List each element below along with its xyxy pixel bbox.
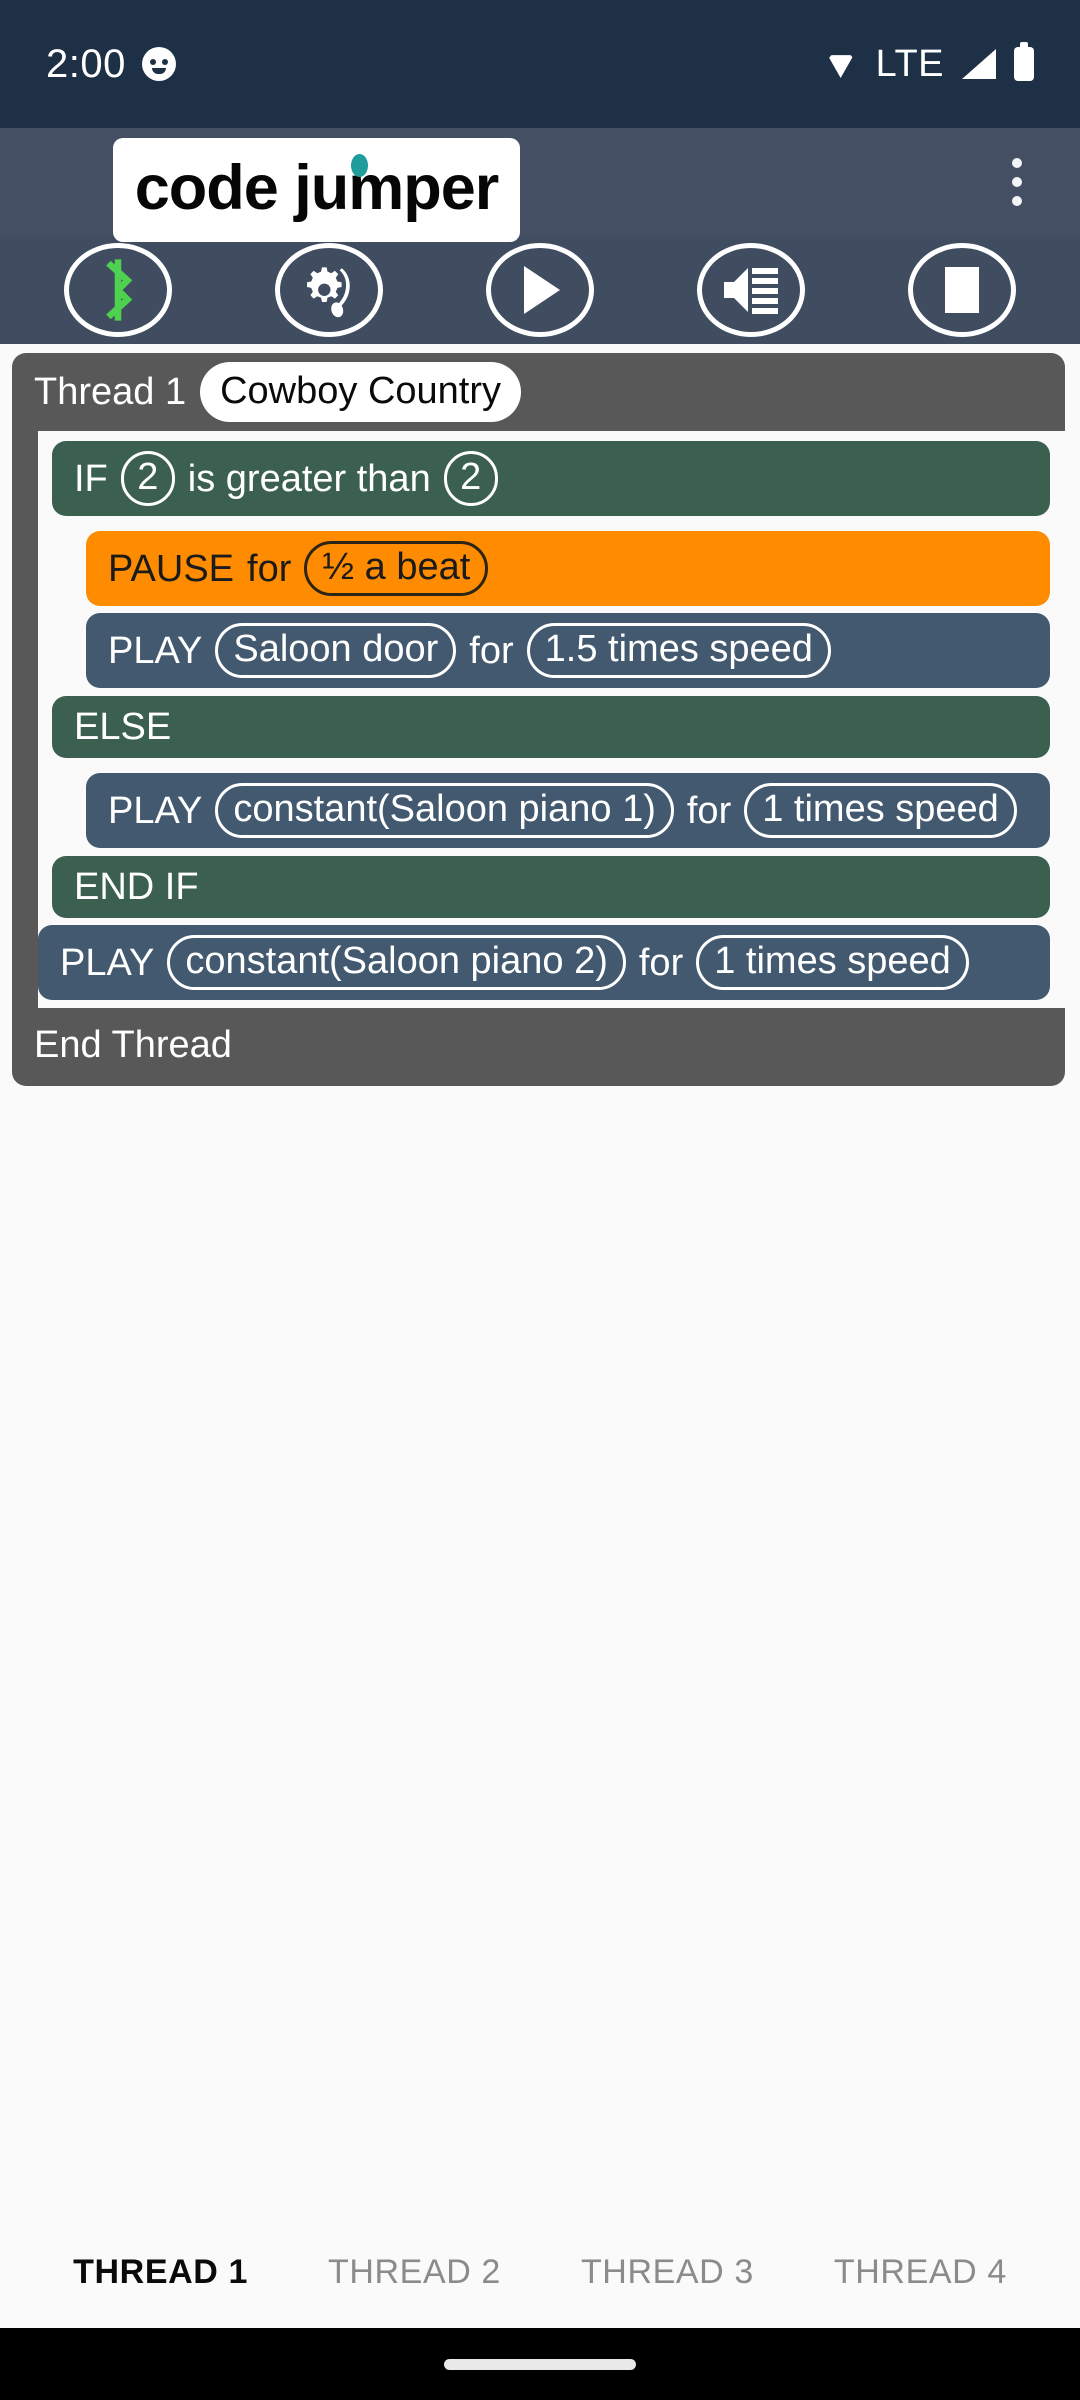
else-keyword: ELSE (74, 706, 172, 748)
pause-for-label: for (247, 547, 292, 590)
thread-name-field[interactable]: Cowboy Country (200, 362, 521, 422)
if-operand-a[interactable]: 2 (120, 451, 175, 506)
dot-icon (1012, 196, 1022, 206)
pause-block[interactable]: PAUSE for ½ a beat (86, 531, 1050, 606)
play-sound-field[interactable]: constant(Saloon piano 2) (167, 935, 626, 990)
wifi-icon (824, 47, 858, 81)
gear-music-note-icon (306, 267, 350, 318)
home-indicator[interactable] (444, 2358, 636, 2370)
status-time: 2:00 (46, 41, 126, 86)
end-if-keyword: END IF (74, 866, 199, 908)
program-canvas: Thread 1 Cowboy Country IF 2 is greater … (0, 353, 1080, 1086)
bluetooth-button[interactable] (63, 243, 172, 337)
app-logo-label: code jumper (134, 152, 500, 223)
logo-accent-dot-icon (350, 153, 368, 177)
if-comparator: is greater than (187, 457, 431, 500)
else-branch-body: PLAY constant(Saloon piano 1) for 1 time… (52, 765, 1050, 856)
tab-thread-2[interactable]: THREAD 2 (288, 2253, 541, 2292)
dot-icon (1012, 158, 1022, 168)
play-speed-field[interactable]: 1 times speed (744, 783, 1017, 838)
volume-button[interactable] (697, 243, 806, 337)
play-sound-field[interactable]: Saloon door (215, 623, 457, 678)
pause-duration-field[interactable]: ½ a beat (304, 541, 489, 596)
status-bar-left: 2:00 (46, 42, 176, 87)
thread-label: Thread 1 (34, 370, 187, 413)
if-block[interactable]: IF 2 is greater than 2 (52, 441, 1050, 516)
thread-container: Thread 1 Cowboy Country IF 2 is greater … (12, 353, 1065, 1086)
speaker-volume-icon (724, 268, 779, 314)
overflow-menu-button[interactable] (982, 137, 1052, 227)
sound-settings-button[interactable] (274, 243, 383, 337)
thread-tab-bar: THREAD 1 THREAD 2 THREAD 3 THREAD 4 (0, 2216, 1080, 2328)
play-for-label: for (469, 629, 514, 672)
stop-icon (945, 267, 980, 313)
play-speed-field[interactable]: 1 times speed (696, 935, 969, 990)
play-keyword: PLAY (108, 789, 203, 832)
play-sound-field[interactable]: constant(Saloon piano 1) (215, 783, 674, 838)
play-button[interactable] (485, 243, 594, 337)
bluetooth-icon (105, 259, 132, 321)
play-block[interactable]: PLAY Saloon door for 1.5 times speed (86, 613, 1050, 688)
action-toolbar (0, 236, 1080, 344)
thread-header: Thread 1 Cowboy Country (12, 353, 1065, 431)
status-bar-right: LTE (824, 42, 1034, 86)
play-keyword: PLAY (60, 941, 155, 984)
tab-thread-3[interactable]: THREAD 3 (541, 2253, 794, 2292)
pause-keyword: PAUSE (108, 547, 235, 590)
tab-thread-4[interactable]: THREAD 4 (794, 2253, 1047, 2292)
app-header: code jumper (0, 128, 1080, 242)
app-logo: code jumper (113, 138, 520, 242)
end-if-block[interactable]: END IF (52, 856, 1050, 918)
if-branch-body: PAUSE for ½ a beat PLAY Saloon door for … (52, 523, 1050, 696)
app-notification-icon (141, 47, 176, 81)
tab-thread-1[interactable]: THREAD 1 (33, 2253, 288, 2292)
play-for-label: for (686, 789, 732, 832)
if-keyword: IF (74, 457, 108, 500)
status-bar: 2:00 LTE (0, 0, 1080, 128)
system-nav-bar (0, 2328, 1080, 2400)
battery-full-icon (1014, 42, 1034, 81)
dot-icon (1012, 177, 1022, 187)
stop-button[interactable] (908, 243, 1017, 337)
play-speed-field[interactable]: 1.5 times speed (526, 623, 831, 678)
if-operand-b[interactable]: 2 (443, 451, 498, 506)
play-keyword: PLAY (108, 629, 203, 672)
app-logo-text: code jumper (135, 153, 499, 220)
thread-body: IF 2 is greater than 2 PAUSE for ½ a bea… (38, 431, 1065, 1008)
play-icon (523, 266, 560, 314)
else-block[interactable]: ELSE (52, 696, 1050, 758)
play-block[interactable]: PLAY constant(Saloon piano 2) for 1 time… (38, 925, 1050, 1000)
play-block[interactable]: PLAY constant(Saloon piano 1) for 1 time… (86, 773, 1050, 848)
play-for-label: for (638, 941, 684, 984)
end-thread-label: End Thread (34, 1024, 232, 1066)
network-label: LTE (875, 42, 944, 85)
phone-screen: 2:00 LTE code jumper Thread 1 Cowboy Cou… (0, 0, 1080, 2400)
cellular-signal-icon (962, 49, 996, 79)
